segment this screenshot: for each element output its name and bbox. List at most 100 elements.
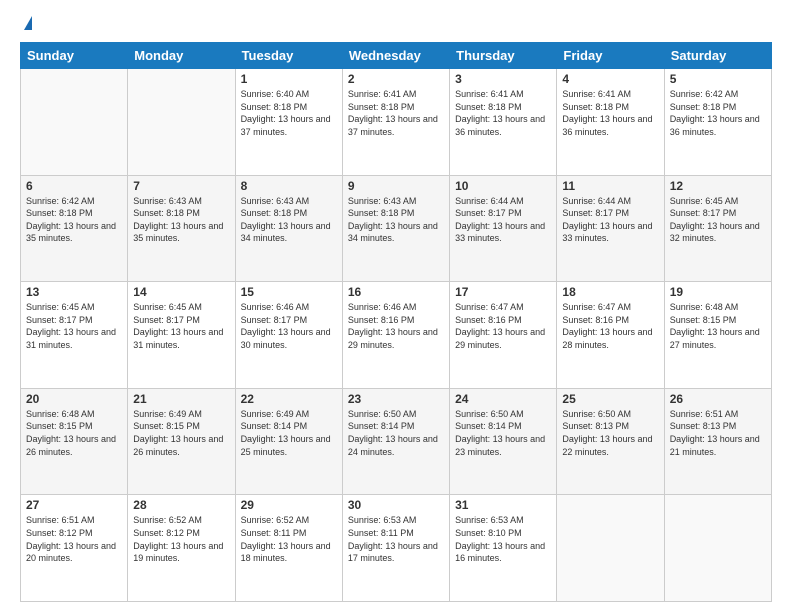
day-info: Sunrise: 6:43 AM Sunset: 8:18 PM Dayligh… xyxy=(241,195,337,245)
calendar-cell: 23 Sunrise: 6:50 AM Sunset: 8:14 PM Dayli… xyxy=(342,388,449,495)
calendar-week-row: 20 Sunrise: 6:48 AM Sunset: 8:15 PM Dayli… xyxy=(21,388,772,495)
day-info: Sunrise: 6:51 AM Sunset: 8:13 PM Dayligh… xyxy=(670,408,766,458)
day-info: Sunrise: 6:51 AM Sunset: 8:12 PM Dayligh… xyxy=(26,514,122,564)
calendar-cell: 22Sunrise: 6:49 AM Sunset: 8:14 PM Dayli… xyxy=(235,388,342,495)
calendar-cell: 18 Sunrise: 6:47 AM Sunset: 8:16 PM Dayli… xyxy=(557,282,664,389)
calendar-cell: 20 Sunrise: 6:48 AM Sunset: 8:15 PM Dayli… xyxy=(21,388,128,495)
day-info: Sunrise: 6:52 AM Sunset: 8:12 PM Dayligh… xyxy=(133,514,229,564)
calendar-week-row: 6 Sunrise: 6:42 AM Sunset: 8:18 PM Daylig… xyxy=(21,175,772,282)
day-number: 29 xyxy=(241,498,337,512)
calendar-cell: 24 Sunrise: 6:50 AM Sunset: 8:14 PM Dayli… xyxy=(450,388,557,495)
day-number: 31 xyxy=(455,498,551,512)
day-number: 2 xyxy=(348,72,444,86)
calendar-cell: 8 Sunrise: 6:43 AM Sunset: 8:18 PM Daylig… xyxy=(235,175,342,282)
calendar-cell: 27Sunrise: 6:51 AM Sunset: 8:12 PM Dayli… xyxy=(21,495,128,602)
day-number: 10 xyxy=(455,179,551,193)
calendar-cell: 19Sunrise: 6:48 AM Sunset: 8:15 PM Dayli… xyxy=(664,282,771,389)
calendar-cell xyxy=(557,495,664,602)
calendar-cell: 15 Sunrise: 6:46 AM Sunset: 8:17 PM Dayli… xyxy=(235,282,342,389)
calendar-week-row: 27Sunrise: 6:51 AM Sunset: 8:12 PM Dayli… xyxy=(21,495,772,602)
day-number: 21 xyxy=(133,392,229,406)
day-number: 4 xyxy=(562,72,658,86)
day-info: Sunrise: 6:45 AM Sunset: 8:17 PM Dayligh… xyxy=(133,301,229,351)
calendar-header-row: SundayMondayTuesdayWednesdayThursdayFrid… xyxy=(21,43,772,69)
day-info: Sunrise: 6:50 AM Sunset: 8:13 PM Dayligh… xyxy=(562,408,658,458)
day-info: Sunrise: 6:49 AM Sunset: 8:15 PM Dayligh… xyxy=(133,408,229,458)
calendar-cell: 3 Sunrise: 6:41 AM Sunset: 8:18 PM Daylig… xyxy=(450,69,557,176)
day-number: 14 xyxy=(133,285,229,299)
calendar-cell: 25 Sunrise: 6:50 AM Sunset: 8:13 PM Dayli… xyxy=(557,388,664,495)
day-info: Sunrise: 6:45 AM Sunset: 8:17 PM Dayligh… xyxy=(670,195,766,245)
day-info: Sunrise: 6:48 AM Sunset: 8:15 PM Dayligh… xyxy=(26,408,122,458)
calendar-cell xyxy=(664,495,771,602)
day-number: 28 xyxy=(133,498,229,512)
day-info: Sunrise: 6:50 AM Sunset: 8:14 PM Dayligh… xyxy=(455,408,551,458)
day-number: 22 xyxy=(241,392,337,406)
day-number: 12 xyxy=(670,179,766,193)
weekday-header: Thursday xyxy=(450,43,557,69)
calendar-cell: 5 Sunrise: 6:42 AM Sunset: 8:18 PM Daylig… xyxy=(664,69,771,176)
day-number: 17 xyxy=(455,285,551,299)
weekday-header: Saturday xyxy=(664,43,771,69)
day-number: 13 xyxy=(26,285,122,299)
calendar-cell: 12 Sunrise: 6:45 AM Sunset: 8:17 PM Dayli… xyxy=(664,175,771,282)
day-info: Sunrise: 6:46 AM Sunset: 8:17 PM Dayligh… xyxy=(241,301,337,351)
calendar-cell: 30Sunrise: 6:53 AM Sunset: 8:11 PM Dayli… xyxy=(342,495,449,602)
day-number: 15 xyxy=(241,285,337,299)
calendar-cell: 9 Sunrise: 6:43 AM Sunset: 8:18 PM Daylig… xyxy=(342,175,449,282)
day-info: Sunrise: 6:44 AM Sunset: 8:17 PM Dayligh… xyxy=(455,195,551,245)
day-info: Sunrise: 6:44 AM Sunset: 8:17 PM Dayligh… xyxy=(562,195,658,245)
day-info: Sunrise: 6:46 AM Sunset: 8:16 PM Dayligh… xyxy=(348,301,444,351)
calendar-week-row: 1 Sunrise: 6:40 AM Sunset: 8:18 PM Daylig… xyxy=(21,69,772,176)
day-number: 23 xyxy=(348,392,444,406)
weekday-header: Friday xyxy=(557,43,664,69)
logo-triangle-icon xyxy=(24,16,32,30)
day-info: Sunrise: 6:47 AM Sunset: 8:16 PM Dayligh… xyxy=(455,301,551,351)
day-number: 19 xyxy=(670,285,766,299)
day-number: 18 xyxy=(562,285,658,299)
day-number: 7 xyxy=(133,179,229,193)
day-number: 1 xyxy=(241,72,337,86)
day-number: 20 xyxy=(26,392,122,406)
calendar-cell: 11 Sunrise: 6:44 AM Sunset: 8:17 PM Dayli… xyxy=(557,175,664,282)
day-info: Sunrise: 6:40 AM Sunset: 8:18 PM Dayligh… xyxy=(241,88,337,138)
day-info: Sunrise: 6:43 AM Sunset: 8:18 PM Dayligh… xyxy=(348,195,444,245)
day-number: 24 xyxy=(455,392,551,406)
day-info: Sunrise: 6:53 AM Sunset: 8:11 PM Dayligh… xyxy=(348,514,444,564)
day-number: 16 xyxy=(348,285,444,299)
day-info: Sunrise: 6:42 AM Sunset: 8:18 PM Dayligh… xyxy=(670,88,766,138)
day-number: 5 xyxy=(670,72,766,86)
calendar-cell xyxy=(21,69,128,176)
day-info: Sunrise: 6:43 AM Sunset: 8:18 PM Dayligh… xyxy=(133,195,229,245)
header xyxy=(20,16,772,32)
calendar-cell: 13Sunrise: 6:45 AM Sunset: 8:17 PM Dayli… xyxy=(21,282,128,389)
day-info: Sunrise: 6:52 AM Sunset: 8:11 PM Dayligh… xyxy=(241,514,337,564)
day-info: Sunrise: 6:47 AM Sunset: 8:16 PM Dayligh… xyxy=(562,301,658,351)
weekday-header: Monday xyxy=(128,43,235,69)
day-info: Sunrise: 6:53 AM Sunset: 8:10 PM Dayligh… xyxy=(455,514,551,564)
day-number: 8 xyxy=(241,179,337,193)
calendar-cell: 21 Sunrise: 6:49 AM Sunset: 8:15 PM Dayli… xyxy=(128,388,235,495)
day-number: 3 xyxy=(455,72,551,86)
day-number: 9 xyxy=(348,179,444,193)
day-info: Sunrise: 6:41 AM Sunset: 8:18 PM Dayligh… xyxy=(348,88,444,138)
day-number: 25 xyxy=(562,392,658,406)
calendar-table: SundayMondayTuesdayWednesdayThursdayFrid… xyxy=(20,42,772,602)
calendar-cell: 2 Sunrise: 6:41 AM Sunset: 8:18 PM Daylig… xyxy=(342,69,449,176)
calendar-cell: 10 Sunrise: 6:44 AM Sunset: 8:17 PM Dayli… xyxy=(450,175,557,282)
day-info: Sunrise: 6:42 AM Sunset: 8:18 PM Dayligh… xyxy=(26,195,122,245)
weekday-header: Wednesday xyxy=(342,43,449,69)
day-number: 11 xyxy=(562,179,658,193)
calendar-cell: 7 Sunrise: 6:43 AM Sunset: 8:18 PM Daylig… xyxy=(128,175,235,282)
calendar-cell: 1 Sunrise: 6:40 AM Sunset: 8:18 PM Daylig… xyxy=(235,69,342,176)
weekday-header: Sunday xyxy=(21,43,128,69)
day-info: Sunrise: 6:50 AM Sunset: 8:14 PM Dayligh… xyxy=(348,408,444,458)
calendar-cell: 31 Sunrise: 6:53 AM Sunset: 8:10 PM Dayli… xyxy=(450,495,557,602)
calendar-cell: 28 Sunrise: 6:52 AM Sunset: 8:12 PM Dayli… xyxy=(128,495,235,602)
day-info: Sunrise: 6:41 AM Sunset: 8:18 PM Dayligh… xyxy=(562,88,658,138)
calendar-week-row: 13 Sunrise: 6:45 AM Sunset: 8:17 PM Dayli… xyxy=(21,282,772,389)
calendar-cell: 4 Sunrise: 6:41 AM Sunset: 8:18 PM Daylig… xyxy=(557,69,664,176)
day-info: Sunrise: 6:41 AM Sunset: 8:18 PM Dayligh… xyxy=(455,88,551,138)
calendar-cell: 17 Sunrise: 6:47 AM Sunset: 8:16 PM Dayli… xyxy=(450,282,557,389)
day-number: 6 xyxy=(26,179,122,193)
